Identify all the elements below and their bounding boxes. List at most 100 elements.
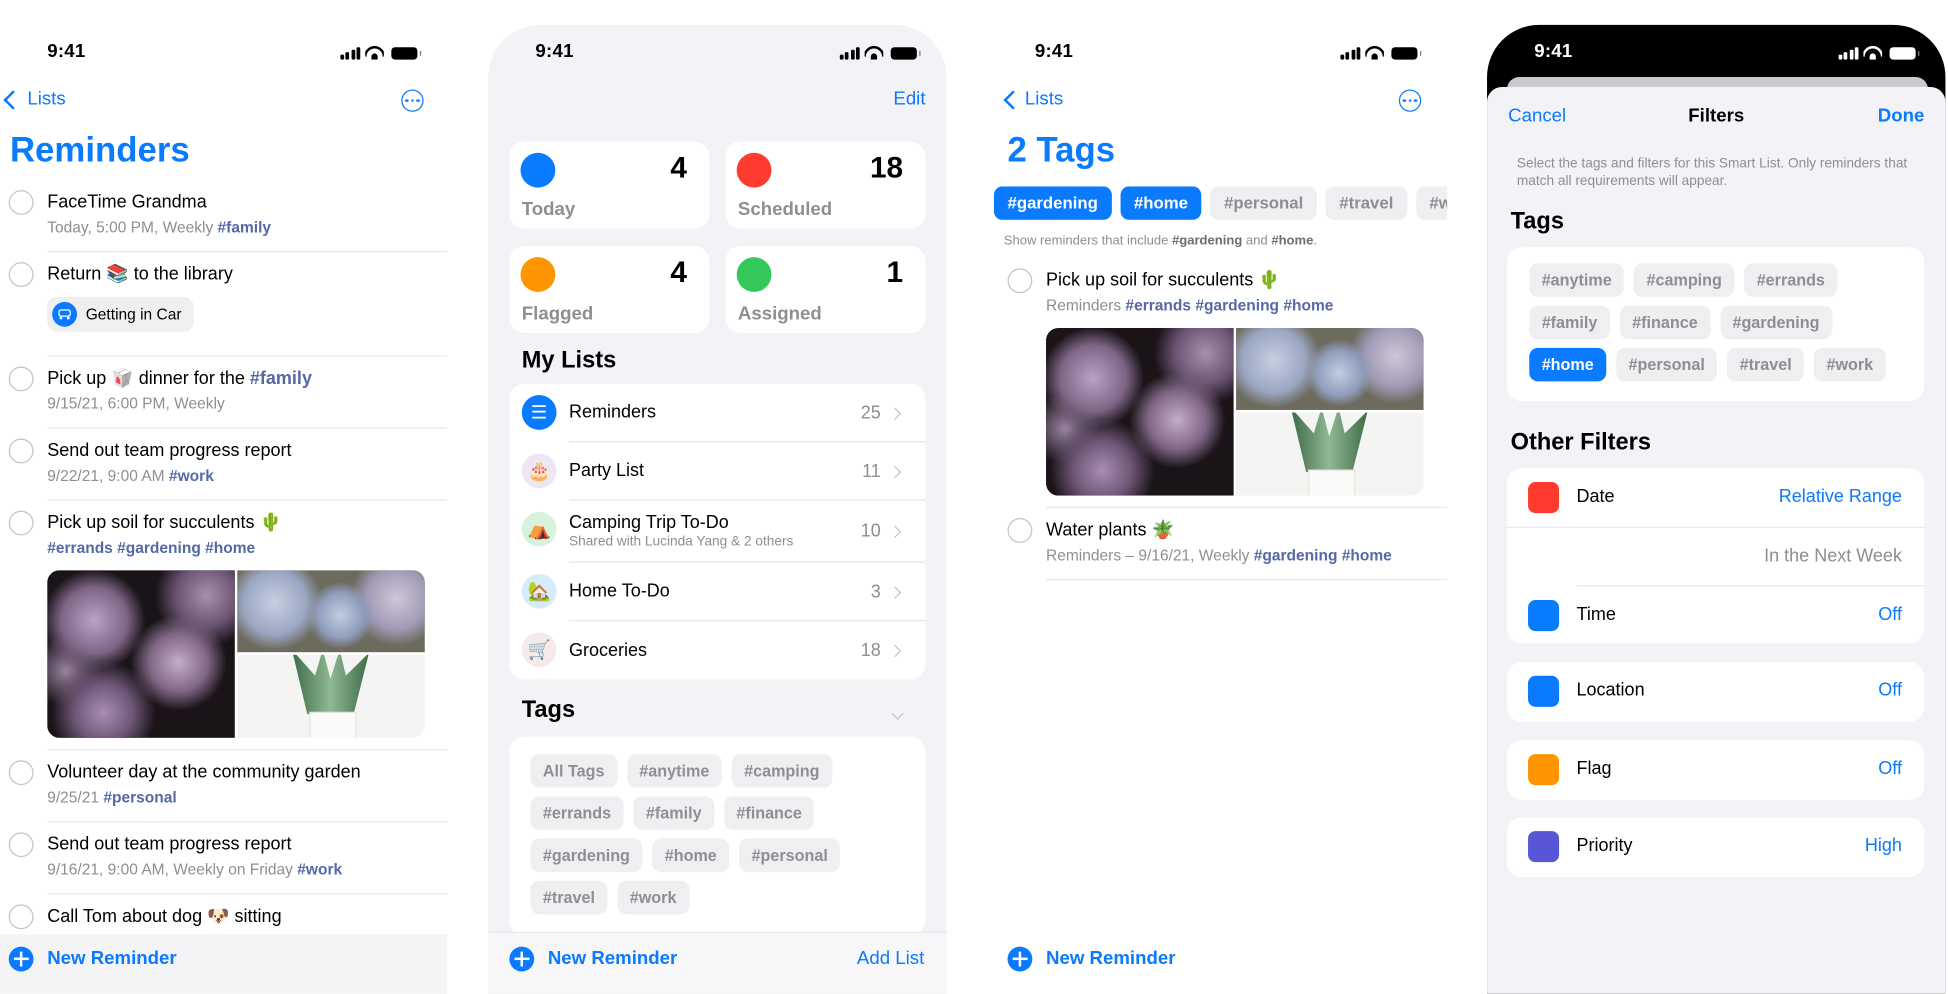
tag-chip[interactable]: #errands [1744, 263, 1838, 297]
reminder-content[interactable]: Send out team progress report 9/22/21, 9:… [47, 429, 448, 501]
helper-text: . [1313, 233, 1317, 249]
reminder-content[interactable]: Pick up soil for succulents 🌵 #errands #g… [47, 501, 448, 751]
filter-value[interactable]: Off [1878, 662, 1902, 720]
image-potted-aloe[interactable] [1236, 412, 1424, 496]
reminder-content[interactable]: Send out team progress report 9/16/21, 9:… [47, 822, 448, 895]
smart-list-today[interactable]: 4 Today [509, 141, 710, 229]
list-row[interactable]: ☰ Reminders 25 [509, 384, 926, 443]
new-reminder-button[interactable]: New Reminder [1046, 948, 1175, 970]
tag-chip[interactable]: #camping [1634, 263, 1735, 297]
chevron-down-icon[interactable] [891, 707, 904, 720]
new-reminder-button[interactable]: New Reminder [548, 948, 677, 970]
tag-chip[interactable]: #gardening [1720, 305, 1832, 340]
tag-chip[interactable]: #travel [530, 880, 608, 915]
filter-priority[interactable]: Priority High [1507, 817, 1924, 875]
tag-chip[interactable]: #work [1814, 347, 1886, 382]
back-button[interactable]: Lists [27, 88, 65, 110]
complete-checkbox[interactable] [8, 262, 34, 287]
tag-link[interactable]: #family [218, 219, 272, 236]
smart-list-flagged[interactable]: 4 Flagged [509, 245, 710, 333]
add-list-button[interactable]: Add List [857, 948, 924, 970]
tag-chip[interactable]: #anytime [626, 754, 722, 788]
wifi-icon [1365, 46, 1384, 60]
tag-link[interactable]: #gardening #home [1254, 547, 1392, 564]
tag-chip[interactable]: #finance [723, 796, 815, 830]
more-options-button[interactable] [1398, 89, 1422, 112]
tag-filter-chip[interactable]: #gardening [993, 186, 1112, 220]
tag-link[interactable]: #errands #gardening #home [1125, 297, 1333, 314]
tag-filter-chip[interactable]: #wo [1415, 186, 1448, 220]
reminder-content[interactable]: Pick up 🥡 dinner for the #family 9/15/21,… [47, 357, 448, 429]
list-row[interactable]: ⛺ Camping Trip To-Do Shared with Lucinda Y… [509, 501, 926, 563]
tag-chip[interactable]: #camping [731, 754, 832, 788]
plus-circle-icon[interactable] [1007, 946, 1033, 972]
image-purple-succulents[interactable] [1046, 327, 1234, 496]
filter-value[interactable]: Off [1878, 740, 1902, 798]
complete-checkbox[interactable] [8, 366, 34, 392]
complete-checkbox[interactable] [8, 832, 34, 858]
location-trigger-chip[interactable]: Getting in Car [47, 296, 194, 332]
back-chevron-icon[interactable] [1003, 90, 1023, 110]
tag-chip[interactable]: #family [633, 796, 714, 830]
tag-chip[interactable]: #gardening [530, 838, 643, 873]
tag-link[interactable]: #family [250, 369, 312, 389]
done-button[interactable]: Done [1878, 106, 1925, 128]
complete-checkbox[interactable] [1007, 268, 1033, 294]
image-purple-succulents[interactable] [47, 570, 235, 738]
plus-circle-icon[interactable] [509, 946, 535, 972]
reminder-content[interactable]: Pick up soil for succulents 🌵 Reminders #… [1046, 258, 1448, 509]
attached-images[interactable] [1046, 327, 1424, 496]
tag-chip[interactable]: #anytime [1529, 263, 1625, 297]
complete-checkbox[interactable] [8, 904, 34, 930]
date-range-detail[interactable]: In the Next Week [1576, 528, 1925, 587]
smart-list-assigned[interactable]: 1 Assigned [725, 245, 926, 333]
back-button[interactable]: Lists [1025, 88, 1063, 110]
filter-time[interactable]: Time Off [1507, 586, 1924, 644]
tag-filter-chip[interactable]: #personal [1210, 186, 1317, 220]
list-row[interactable]: 🏡 Home To-Do 3 [509, 563, 926, 622]
image-living-stones[interactable] [237, 570, 425, 653]
filter-flag[interactable]: Flag Off [1507, 740, 1924, 798]
smart-list-scheduled[interactable]: 18 Scheduled [725, 141, 926, 229]
more-options-button[interactable] [401, 89, 424, 112]
tag-chip[interactable]: #home [1529, 347, 1607, 382]
tag-link[interactable]: #work [169, 467, 214, 484]
tag-filter-chip[interactable]: #travel [1325, 186, 1408, 220]
image-potted-aloe[interactable] [237, 654, 425, 738]
complete-checkbox[interactable] [8, 510, 34, 536]
list-row[interactable]: 🛒 Groceries 18 [509, 621, 925, 679]
tag-link[interactable]: #errands #gardening #home [47, 539, 255, 556]
tag-chip[interactable]: #personal [1616, 347, 1718, 382]
filter-location[interactable]: Location Off [1507, 662, 1924, 720]
filter-date[interactable]: Date Relative Range [1506, 468, 1925, 528]
complete-checkbox[interactable] [1007, 518, 1033, 543]
tag-filter-chip[interactable]: #home [1120, 186, 1202, 220]
complete-checkbox[interactable] [8, 438, 34, 464]
attached-images[interactable] [47, 570, 425, 738]
reminder-content[interactable]: Return 📚 to the library Getting in Car [47, 252, 448, 357]
tag-chip[interactable]: #work [617, 880, 689, 915]
tag-link[interactable]: #personal [103, 789, 176, 806]
complete-checkbox[interactable] [8, 760, 34, 786]
tag-link[interactable]: #work [297, 861, 342, 878]
tag-chip[interactable]: #errands [530, 796, 624, 830]
tag-chip[interactable]: #finance [1619, 305, 1711, 340]
reminder-content[interactable]: Water plants 🪴 Reminders – 9/16/21, Weekl… [1046, 508, 1448, 581]
list-row[interactable]: 🎂 Party List 11 [509, 442, 926, 501]
back-chevron-icon[interactable] [3, 90, 23, 110]
reminder-content[interactable]: FaceTime Grandma Today, 5:00 PM, Weekly #… [47, 180, 448, 253]
new-reminder-button[interactable]: New Reminder [47, 948, 176, 970]
tag-chip[interactable]: All Tags [530, 754, 617, 788]
plus-circle-icon[interactable] [8, 946, 34, 972]
tag-chip[interactable]: #family [1529, 305, 1610, 340]
tag-chip[interactable]: #home [652, 838, 730, 873]
filter-value[interactable]: High [1865, 817, 1902, 875]
filter-value[interactable]: Off [1878, 586, 1902, 644]
tag-chip[interactable]: #personal [739, 838, 841, 873]
filter-value[interactable]: Relative Range [1779, 468, 1902, 526]
edit-button[interactable]: Edit [893, 88, 925, 110]
tag-chip[interactable]: #travel [1727, 347, 1805, 382]
reminder-content[interactable]: Volunteer day at the community garden 9/2… [47, 750, 448, 823]
image-living-stones[interactable] [1236, 327, 1424, 410]
complete-checkbox[interactable] [8, 190, 34, 215]
